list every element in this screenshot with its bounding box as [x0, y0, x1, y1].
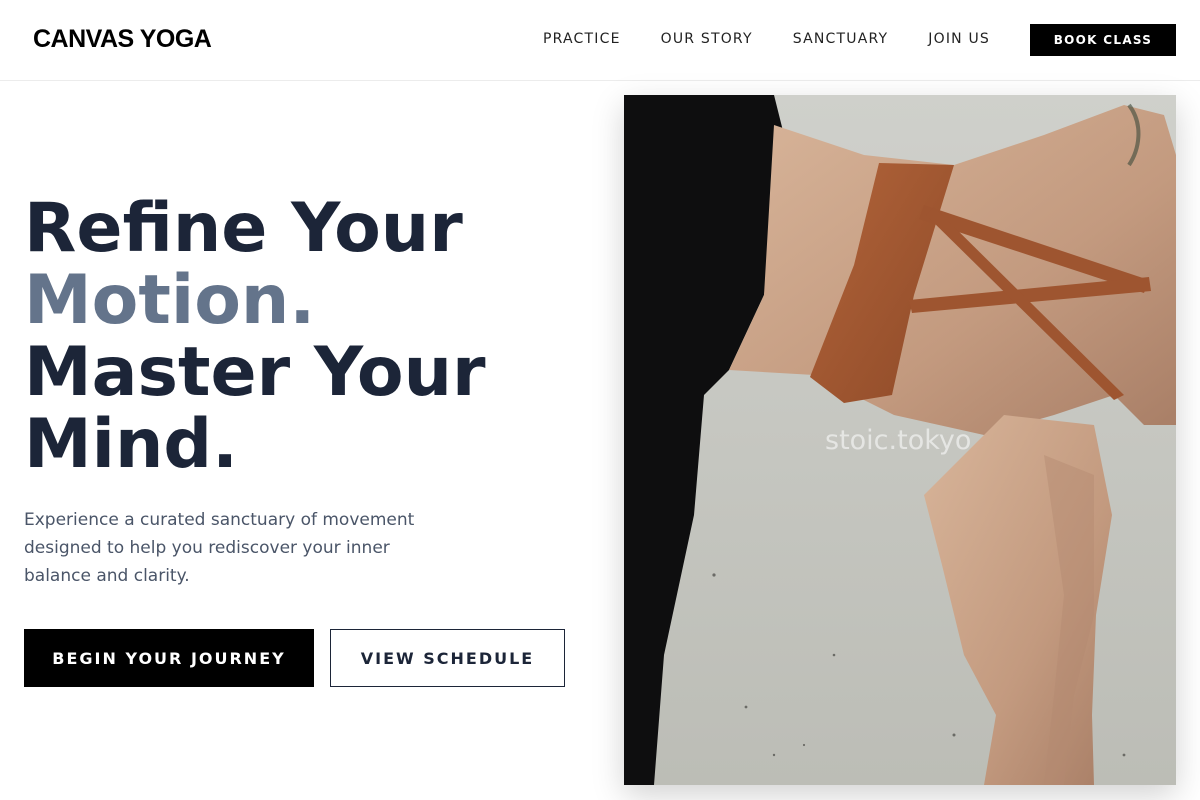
hero-heading: Refine Your Motion. Master Your Mind.	[24, 193, 486, 481]
nav-link-join-us[interactable]: JOIN US	[928, 31, 990, 47]
hero-heading-line-2: Motion.	[24, 261, 316, 340]
nav-link-sanctuary[interactable]: SANCTUARY	[793, 31, 889, 47]
hero-heading-line-3: Master Your	[24, 333, 486, 412]
site-header: CANVAS YOGA PRACTICE OUR STORY SANCTUARY…	[0, 0, 1200, 81]
brand-logo[interactable]: CANVAS YOGA	[33, 25, 212, 54]
nav-link-our-story[interactable]: OUR STORY	[661, 31, 753, 47]
hero-heading-line-4: Mind.	[24, 405, 238, 484]
hero-subtitle: Experience a curated sanctuary of moveme…	[24, 510, 415, 586]
begin-journey-button[interactable]: BEGIN YOUR JOURNEY	[24, 629, 314, 687]
yoga-pose-illustration	[624, 95, 1176, 785]
hero-heading-line-1: Refine Your	[24, 189, 463, 268]
hero-photo: stoic.tokyo	[624, 95, 1176, 785]
view-schedule-button[interactable]: VIEW SCHEDULE	[330, 629, 565, 687]
book-class-button[interactable]: BOOK CLASS	[1030, 24, 1176, 56]
nav-link-practice[interactable]: PRACTICE	[543, 31, 621, 47]
main-nav: PRACTICE OUR STORY SANCTUARY JOIN US	[543, 31, 990, 47]
